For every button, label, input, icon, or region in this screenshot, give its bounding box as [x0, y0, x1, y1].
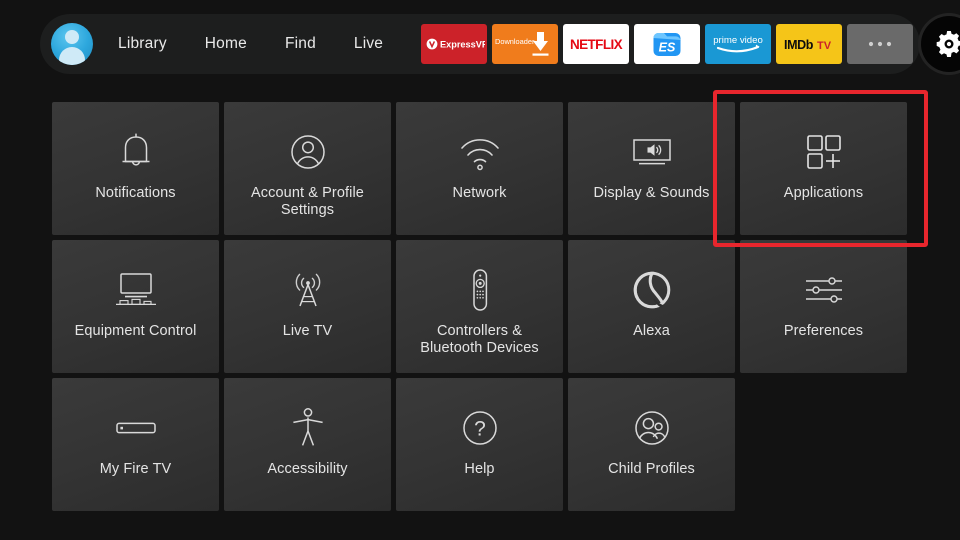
- app-tile-es-file-explorer[interactable]: ES: [634, 24, 701, 64]
- two-people-icon: [630, 406, 674, 450]
- settings-tile-child-profiles[interactable]: Child Profiles: [568, 378, 735, 511]
- nav-item-home[interactable]: Home: [205, 35, 247, 53]
- settings-tile-help[interactable]: ? Help: [396, 378, 563, 511]
- svg-text:NETFLIX: NETFLIX: [570, 37, 623, 52]
- antenna-tower-icon: [286, 268, 330, 312]
- svg-text:ES: ES: [659, 41, 676, 55]
- svg-text:TV: TV: [817, 40, 832, 52]
- settings-tile-notifications[interactable]: Notifications: [52, 102, 219, 235]
- svg-text:?: ?: [474, 418, 486, 441]
- app-grid-plus-icon: [801, 130, 847, 174]
- settings-tile-my-fire-tv[interactable]: My Fire TV: [52, 378, 219, 511]
- avatar-icon: [51, 23, 93, 65]
- top-navigation-bar: Library Home Find Live ExpressVPN Downlo…: [40, 14, 960, 74]
- tv-speaker-icon: [629, 130, 675, 174]
- settings-tile-label: Equipment Control: [74, 323, 197, 339]
- settings-button[interactable]: [921, 16, 960, 72]
- grid-row: Notifications Account & Profile Settings: [52, 102, 920, 235]
- settings-tile-label: Display & Sounds: [593, 185, 710, 201]
- accessibility-person-icon: [288, 406, 328, 450]
- bell-icon: [116, 130, 156, 174]
- settings-tile-controllers-bluetooth-devices[interactable]: Controllers & Bluetooth Devices: [396, 240, 563, 373]
- settings-tile-label: Applications: [783, 185, 864, 201]
- tv-stand-icon: [113, 268, 159, 312]
- settings-tile-label: Alexa: [633, 323, 670, 339]
- settings-tile-live-tv[interactable]: Live TV: [224, 240, 391, 373]
- app-tile-downloader[interactable]: Downloader: [492, 24, 559, 64]
- wifi-icon: [456, 130, 504, 174]
- fire-tv-stick-icon: [113, 406, 159, 450]
- nav-links: Library Home Find Live: [118, 35, 383, 53]
- settings-tile-display-and-sounds[interactable]: Display & Sounds: [568, 102, 735, 235]
- app-tile-more[interactable]: [847, 24, 914, 64]
- settings-tile-label: Help: [464, 461, 495, 477]
- settings-tile-network[interactable]: Network: [396, 102, 563, 235]
- settings-tile-label: My Fire TV: [99, 461, 172, 477]
- question-circle-icon: ?: [458, 406, 502, 450]
- svg-text:prime video: prime video: [713, 35, 763, 46]
- settings-tile-preferences[interactable]: Preferences: [740, 240, 907, 373]
- nav-item-live[interactable]: Live: [354, 35, 383, 53]
- settings-tile-applications[interactable]: Applications: [740, 102, 907, 235]
- grid-row: Equipment Control Live TV Controllers & …: [52, 240, 920, 373]
- settings-tile-label: Live TV: [282, 323, 333, 339]
- svg-text:ExpressVPN: ExpressVPN: [440, 40, 485, 50]
- person-circle-icon: [286, 130, 330, 174]
- app-tile-expressvpn[interactable]: ExpressVPN: [421, 24, 488, 64]
- settings-tile-label: Accessibility: [267, 461, 348, 477]
- settings-tile-label: Network: [452, 185, 507, 201]
- settings-tile-label: Controllers & Bluetooth Devices: [420, 323, 539, 356]
- gear-icon: [936, 31, 960, 57]
- settings-tile-alexa[interactable]: Alexa: [568, 240, 735, 373]
- settings-tile-account-profile-settings[interactable]: Account & Profile Settings: [224, 102, 391, 235]
- nav-item-find[interactable]: Find: [285, 35, 316, 53]
- settings-tile-label: Preferences: [783, 323, 864, 339]
- remote-icon: [467, 268, 493, 312]
- settings-tile-label: Account & Profile Settings: [251, 185, 364, 218]
- settings-tile-accessibility[interactable]: Accessibility: [224, 378, 391, 511]
- app-tile-netflix[interactable]: NETFLIX: [563, 24, 630, 64]
- app-tile-imdb-tv[interactable]: IMDb TV: [776, 24, 843, 64]
- avatar-head: [65, 30, 79, 44]
- app-tile-prime-video[interactable]: prime video: [705, 24, 772, 64]
- settings-tile-equipment-control[interactable]: Equipment Control: [52, 240, 219, 373]
- fire-tv-settings-screen: Library Home Find Live ExpressVPN Downlo…: [0, 0, 960, 540]
- nav-item-library[interactable]: Library: [118, 35, 167, 53]
- ellipsis-icon: [869, 41, 892, 47]
- svg-text:IMDb: IMDb: [784, 38, 814, 52]
- grid-row: My Fire TV Accessibility ? Help Child Pr…: [52, 378, 920, 511]
- app-shortcut-tiles: ExpressVPN Downloader NETFLIX: [421, 24, 914, 64]
- svg-text:Downloader: Downloader: [495, 37, 535, 46]
- alexa-ring-icon: [630, 268, 674, 312]
- settings-tile-grid: Notifications Account & Profile Settings: [52, 102, 920, 516]
- settings-tile-label: Notifications: [95, 185, 176, 201]
- sliders-icon: [801, 268, 847, 312]
- settings-tile-label: Child Profiles: [608, 461, 695, 477]
- avatar-body: [59, 47, 85, 65]
- profile-avatar[interactable]: [50, 22, 94, 66]
